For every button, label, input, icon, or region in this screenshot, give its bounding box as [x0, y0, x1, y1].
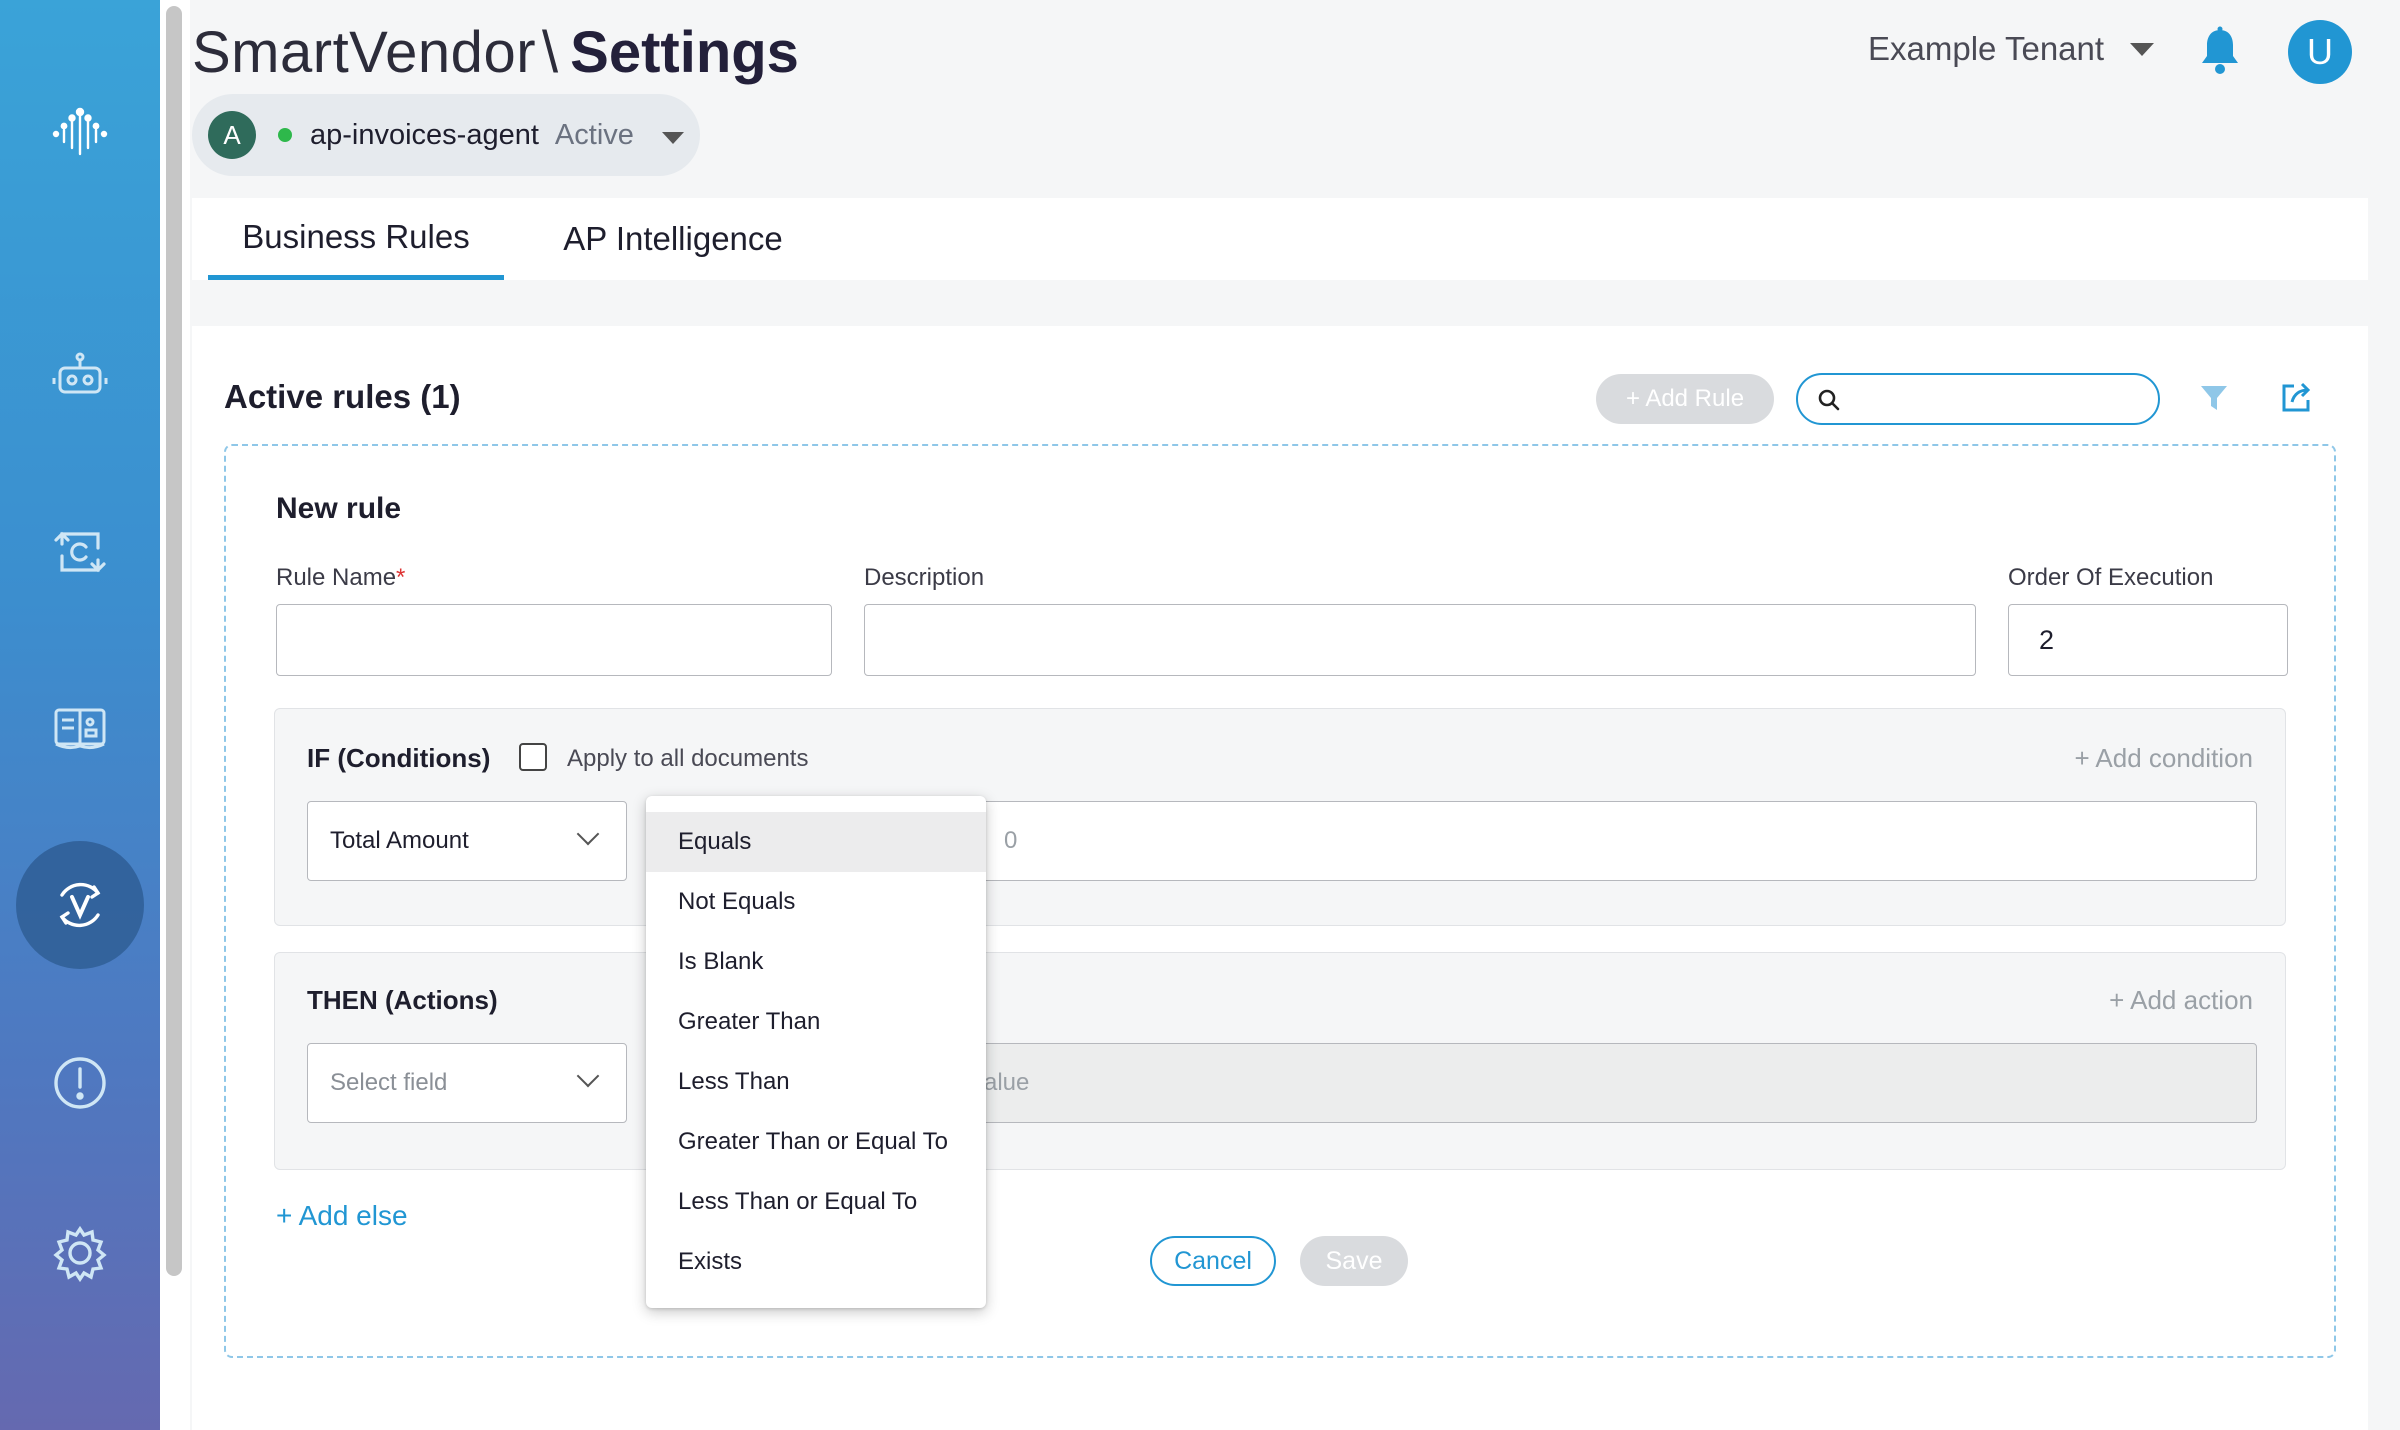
- action-field-select[interactable]: Select field: [307, 1043, 627, 1123]
- dropdown-option-is-blank[interactable]: Is Blank: [646, 932, 986, 992]
- caret-down-icon: [661, 132, 684, 144]
- add-else-link[interactable]: + Add else: [276, 1200, 408, 1232]
- condition-field-value: Total Amount: [330, 827, 469, 854]
- rule-name-label: Rule Name*: [276, 564, 405, 592]
- add-condition-link[interactable]: + Add condition: [2074, 743, 2253, 774]
- dropdown-option-exists[interactable]: Exists: [646, 1232, 986, 1292]
- search-input[interactable]: [1796, 373, 2160, 425]
- section-title: Active rules (1): [224, 378, 461, 415]
- dropdown-option-less-than[interactable]: Less Than: [646, 1052, 986, 1112]
- operator-dropdown: Equals Not Equals Is Blank Greater Than …: [646, 796, 986, 1308]
- title-separator: \: [542, 20, 559, 85]
- tab-ap-intelligence[interactable]: AP Intelligence: [552, 198, 794, 280]
- rule-name-input[interactable]: [276, 604, 832, 676]
- tenant-selector[interactable]: Example Tenant: [1868, 30, 2155, 68]
- page-name: Settings: [570, 20, 799, 85]
- description-label: Description: [864, 564, 985, 591]
- add-action-link[interactable]: + Add action: [2109, 985, 2253, 1016]
- user-avatar[interactable]: U: [2288, 20, 2352, 84]
- tab-bar: Business Rules AP Intelligence: [192, 198, 2368, 280]
- cancel-button[interactable]: Cancel: [1150, 1236, 1276, 1286]
- rule-title: New rule: [276, 492, 402, 525]
- dropdown-option-not-equals[interactable]: Not Equals: [646, 872, 986, 932]
- description-input[interactable]: [864, 604, 1976, 676]
- save-button[interactable]: Save: [1300, 1236, 1408, 1286]
- actions-title: THEN (Actions): [307, 985, 498, 1015]
- add-rule-button[interactable]: + Add Rule: [1596, 374, 1774, 424]
- agent-status: Active: [554, 118, 634, 151]
- action-value-hint: alue: [984, 1069, 1030, 1096]
- bell-icon[interactable]: [2198, 26, 2242, 76]
- apply-all-label: Apply to all documents: [567, 745, 809, 772]
- action-field-placeholder: Select field: [330, 1069, 448, 1096]
- required-mark: *: [396, 564, 406, 591]
- vendor-v-icon[interactable]: [0, 841, 160, 969]
- condition-value-hint: 0: [1004, 827, 1018, 854]
- order-label: Order Of Execution: [2008, 564, 2214, 591]
- agent-selector[interactable]: A ap-invoices-agent Active: [192, 94, 700, 176]
- chevron-down-icon: [576, 822, 600, 846]
- status-dot: [278, 128, 292, 142]
- agent-name: ap-invoices-agent: [310, 118, 539, 151]
- alert-icon[interactable]: [0, 1023, 160, 1143]
- rule-name-label-text: Rule Name: [276, 564, 397, 591]
- condition-field-select[interactable]: Total Amount: [307, 801, 627, 881]
- new-rule-form: New rule Rule Name* Description Order Of…: [224, 444, 2336, 1358]
- sync-c-icon[interactable]: [0, 492, 160, 612]
- robot-icon[interactable]: [0, 316, 160, 436]
- dropdown-option-greater-than-or-equal[interactable]: Greater Than or Equal To: [646, 1112, 986, 1172]
- rules-panel: Active rules (1) + Add Rule New rule Rul…: [192, 326, 2368, 1430]
- caret-down-icon: [2130, 42, 2155, 56]
- dropdown-option-less-than-or-equal[interactable]: Less Than or Equal To: [646, 1172, 986, 1232]
- tab-business-rules[interactable]: Business Rules: [208, 198, 504, 280]
- export-icon[interactable]: [2278, 380, 2314, 416]
- order-of-execution-input[interactable]: 2: [2008, 604, 2288, 676]
- actions-block: THEN (Actions) + Add action Select field…: [274, 952, 2286, 1170]
- dropdown-option-greater-than[interactable]: Greater Than: [646, 992, 986, 1052]
- agent-avatar: A: [208, 111, 256, 159]
- tenant-name: Example Tenant: [1868, 30, 2105, 67]
- conditions-title: IF (Conditions): [307, 743, 491, 773]
- gear-icon[interactable]: [0, 1193, 160, 1313]
- filter-icon[interactable]: [2198, 382, 2230, 414]
- dashboard-book-icon[interactable]: [0, 668, 160, 788]
- sidebar: [0, 0, 160, 1430]
- dropdown-option-equals[interactable]: Equals: [646, 812, 986, 872]
- page-title: SmartVendor \ Settings: [192, 18, 799, 88]
- logo-icon[interactable]: [0, 72, 160, 192]
- scrollbar[interactable]: [166, 6, 182, 1276]
- apply-all-checkbox[interactable]: [519, 743, 547, 771]
- app-name: SmartVendor: [192, 20, 537, 85]
- chevron-down-icon: [576, 1064, 600, 1088]
- search-icon: [1818, 389, 1840, 411]
- conditions-block: IF (Conditions) Apply to all documents +…: [274, 708, 2286, 926]
